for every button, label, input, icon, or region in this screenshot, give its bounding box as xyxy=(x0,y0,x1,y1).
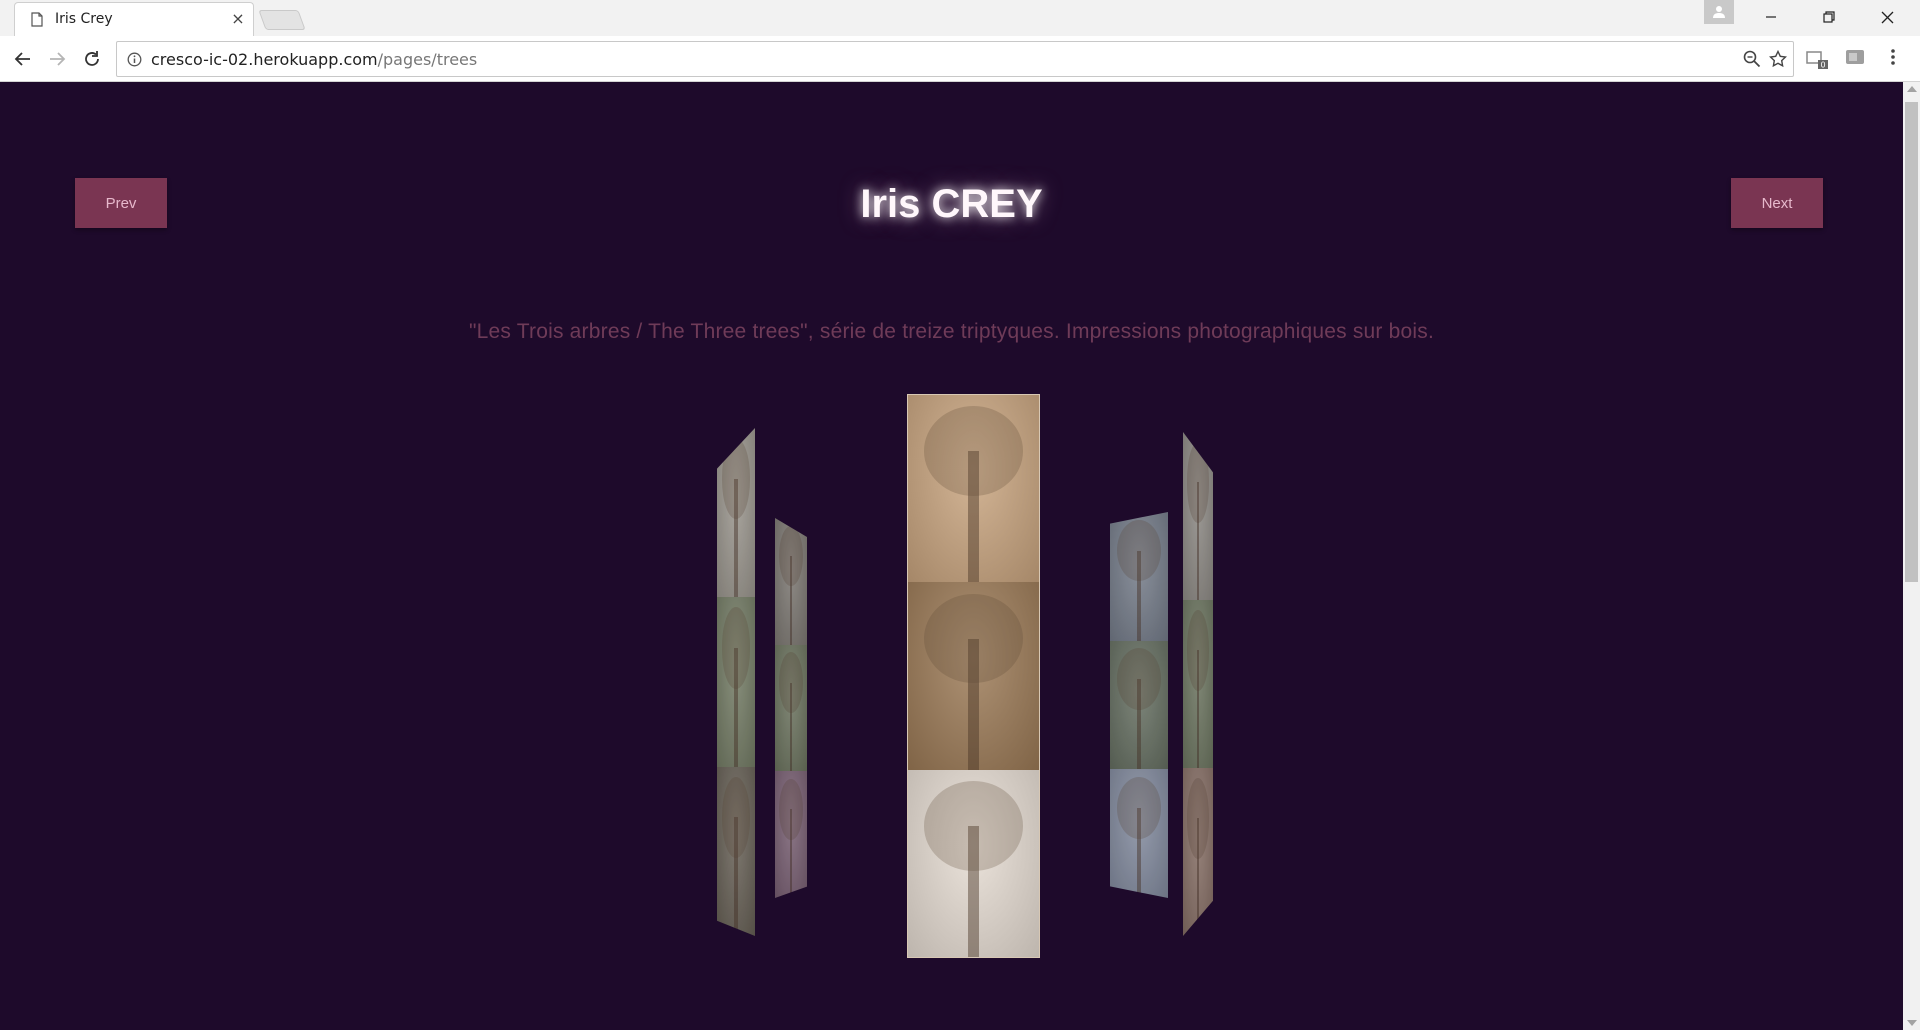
triptych-image-segment xyxy=(717,766,755,936)
profile-icon[interactable] xyxy=(1704,0,1734,24)
scroll-down-arrow-icon[interactable] xyxy=(1907,1020,1917,1026)
tree-crown-shape xyxy=(778,778,804,840)
bookmark-star-icon[interactable] xyxy=(1768,49,1788,72)
vertical-scrollbar[interactable] xyxy=(1903,82,1920,1030)
minimize-icon[interactable] xyxy=(1742,0,1800,34)
url-text[interactable]: cresco-ic-02.herokuapp.com/pages/trees xyxy=(151,50,477,69)
triptych-image-segment xyxy=(775,518,807,645)
tree-crown-shape xyxy=(721,438,751,520)
scroll-thumb[interactable] xyxy=(1905,102,1918,582)
gallery-panel[interactable] xyxy=(775,518,807,898)
tab-title: Iris Crey xyxy=(55,11,113,27)
tree-crown-shape xyxy=(721,776,751,859)
gallery-panel-active[interactable] xyxy=(907,394,1040,958)
triptych-image-segment xyxy=(908,769,1039,957)
tree-crown-shape xyxy=(778,652,804,714)
triptych-image-segment xyxy=(1183,432,1213,600)
triptych-image-segment xyxy=(1110,769,1168,898)
triptych-image-segment xyxy=(1110,640,1168,770)
tree-crown-shape xyxy=(1186,610,1210,691)
tree-crown-shape xyxy=(778,525,804,587)
back-icon[interactable] xyxy=(10,46,36,72)
triptych-image-segment xyxy=(775,644,807,772)
triptych-image-segment xyxy=(775,771,807,898)
menu-kebab-icon[interactable] xyxy=(1890,48,1896,70)
tree-crown-shape xyxy=(923,593,1024,684)
tree-crown-shape xyxy=(1116,648,1162,711)
restore-icon[interactable] xyxy=(1800,0,1858,34)
triptych-image-segment xyxy=(717,428,755,598)
address-bar[interactable]: cresco-ic-02.herokuapp.com/pages/trees xyxy=(116,41,1794,77)
tree-crown-shape xyxy=(1116,777,1162,839)
gallery-panel[interactable] xyxy=(1183,432,1213,936)
scroll-up-arrow-icon[interactable] xyxy=(1907,86,1917,92)
triptych-image-segment xyxy=(717,597,755,767)
tree-crown-shape xyxy=(923,780,1024,871)
reload-icon[interactable] xyxy=(79,46,105,72)
close-window-icon[interactable] xyxy=(1858,0,1916,34)
extension-badge: 0 xyxy=(1820,61,1825,70)
triptych-image-segment xyxy=(1183,600,1213,768)
url-host: cresco-ic-02.herokuapp.com xyxy=(151,50,378,69)
url-path: /pages/trees xyxy=(377,50,478,69)
new-tab-button[interactable] xyxy=(258,10,306,30)
forward-icon[interactable] xyxy=(44,46,70,72)
triptych-image-segment xyxy=(908,395,1039,583)
tree-crown-shape xyxy=(1186,442,1210,523)
triptych-carousel[interactable] xyxy=(0,82,1903,1030)
browser-toolbar: cresco-ic-02.herokuapp.com/pages/trees 0 xyxy=(0,36,1920,82)
gallery-panel[interactable] xyxy=(1110,512,1168,898)
browser-tab[interactable]: Iris Crey × xyxy=(14,2,254,36)
close-tab-icon[interactable]: × xyxy=(229,9,247,28)
tree-crown-shape xyxy=(721,607,751,689)
extension-cast-icon[interactable] xyxy=(1845,48,1865,70)
page-viewport: Prev Next Iris CREY "Les Trois arbres / … xyxy=(0,82,1920,1030)
triptych-image-segment xyxy=(908,582,1039,770)
extension-icon[interactable]: 0 xyxy=(1806,48,1830,74)
triptych-image-segment xyxy=(1110,512,1168,641)
gallery-panel[interactable] xyxy=(717,428,755,936)
info-icon[interactable] xyxy=(127,52,142,71)
page-icon xyxy=(31,12,43,27)
tree-crown-shape xyxy=(1116,519,1162,582)
tree-crown-shape xyxy=(1186,778,1210,859)
triptych-image-segment xyxy=(1183,768,1213,936)
browser-tabstrip: Iris Crey × xyxy=(0,0,1920,36)
tree-crown-shape xyxy=(923,406,1024,497)
zoom-icon[interactable] xyxy=(1743,50,1761,72)
